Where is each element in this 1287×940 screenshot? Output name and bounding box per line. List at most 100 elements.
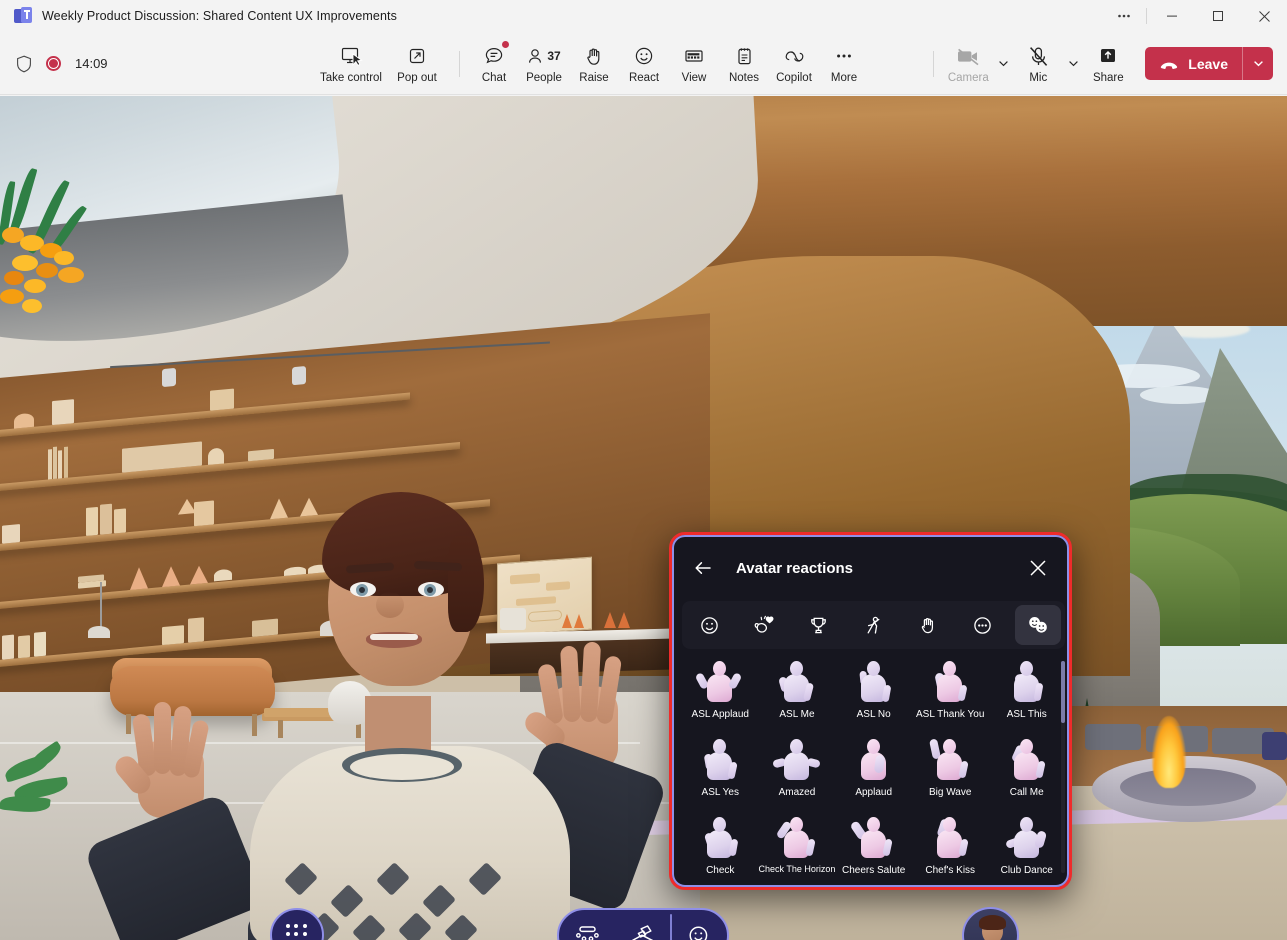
leave-label: Leave <box>1188 56 1228 72</box>
reaction-avatar-icon <box>774 815 820 861</box>
tab-smiley[interactable] <box>686 605 732 645</box>
title-bar: Weekly Product Discussion: Shared Conten… <box>0 0 1287 32</box>
primary-avatar-figure <box>130 396 690 940</box>
camera-label: Camera <box>948 72 989 84</box>
notes-icon <box>734 43 755 69</box>
seats-button[interactable] <box>559 910 615 940</box>
reaction-item-label: Call Me <box>1010 787 1044 798</box>
copilot-icon <box>783 43 806 69</box>
reaction-avatar-icon <box>851 815 897 861</box>
window-title: Weekly Product Discussion: Shared Conten… <box>42 9 397 23</box>
take-control-button[interactable]: Take control <box>318 35 384 93</box>
avatar-teeth <box>370 634 418 640</box>
reaction-item[interactable]: Cheers Salute <box>835 809 912 883</box>
maximize-button[interactable] <box>1195 0 1241 32</box>
share-label: Share <box>1093 72 1124 84</box>
avatar-collar-inner <box>350 754 454 780</box>
app-grid-icon <box>286 924 308 940</box>
applause-heart-icon <box>753 615 776 636</box>
close-button[interactable] <box>1241 0 1287 32</box>
titlebar-more-button[interactable] <box>1104 0 1144 32</box>
chat-button[interactable]: Chat <box>469 35 519 93</box>
reactions-button[interactable] <box>671 910 727 940</box>
pop-out-icon <box>406 43 428 69</box>
reaction-item[interactable]: ASL Thank You <box>912 653 989 731</box>
reactions-scrollbar[interactable] <box>1061 661 1065 873</box>
reaction-avatar-icon <box>1004 815 1050 861</box>
view-button[interactable] <box>615 910 671 940</box>
reaction-item-label: Amazed <box>779 787 816 798</box>
reaction-item[interactable]: Chef's Kiss <box>912 809 989 883</box>
tab-avatar-reactions[interactable] <box>1015 605 1061 645</box>
reaction-item[interactable]: Check <box>682 809 759 883</box>
reaction-avatar-icon <box>851 659 897 705</box>
smiley-icon <box>699 615 720 636</box>
immersive-control-bar <box>557 908 729 940</box>
window-controls <box>1104 0 1287 32</box>
control-bar-divider <box>670 914 672 940</box>
reaction-item[interactable]: ASL Yes <box>682 731 759 809</box>
3d-scene-render <box>0 96 1287 940</box>
mic-button[interactable]: Mic <box>1013 35 1063 93</box>
reactions-scrollbar-thumb[interactable] <box>1061 661 1065 723</box>
reaction-avatar-icon <box>697 737 743 783</box>
shield-icon[interactable] <box>14 54 34 74</box>
close-icon <box>1258 10 1271 23</box>
reactions-panel-title: Avatar reactions <box>736 560 1023 577</box>
reaction-item[interactable]: Club Dance <box>988 809 1065 883</box>
reaction-item[interactable]: Applaud <box>835 731 912 809</box>
people-label: People <box>526 72 562 84</box>
toolbar-divider-1 <box>459 51 460 77</box>
mic-options-chevron[interactable] <box>1063 35 1083 93</box>
reaction-item[interactable]: Amazed <box>759 731 836 809</box>
reaction-item-label: ASL Me <box>779 709 814 720</box>
chat-unread-badge <box>502 41 509 48</box>
tab-dance[interactable] <box>850 605 896 645</box>
reaction-avatar-icon <box>1004 737 1050 783</box>
reaction-item[interactable]: ASL Me <box>759 653 836 731</box>
mic-off-icon <box>1027 43 1050 69</box>
camera-options-chevron[interactable] <box>993 35 1013 93</box>
teams-logo-icon <box>14 7 32 25</box>
hangup-icon <box>1158 53 1180 75</box>
react-label: React <box>629 72 659 84</box>
people-icon: 37 <box>527 43 560 69</box>
raise-hand-button[interactable]: Raise <box>569 35 619 93</box>
leave-options-chevron[interactable] <box>1243 47 1273 80</box>
reaction-item-label: Applaud <box>855 787 892 798</box>
react-button[interactable]: React <box>619 35 669 93</box>
reaction-item[interactable]: ASL This <box>988 653 1065 731</box>
people-button[interactable]: 37 People <box>519 35 569 93</box>
react-smiley-icon <box>633 43 655 69</box>
more-dots-circle-icon <box>972 615 993 636</box>
reaction-item[interactable]: ASL Applaud <box>682 653 759 731</box>
leave-button[interactable]: Leave <box>1145 47 1242 80</box>
notes-button[interactable]: Notes <box>719 35 769 93</box>
more-button[interactable]: More <box>819 35 869 93</box>
reactions-close-button[interactable] <box>1023 553 1053 583</box>
minimize-button[interactable] <box>1149 0 1195 32</box>
pop-out-label: Pop out <box>397 72 437 84</box>
tab-applause-heart[interactable] <box>741 605 787 645</box>
reaction-item[interactable]: ASL No <box>835 653 912 731</box>
chevron-down-icon <box>997 57 1010 70</box>
tab-trophy[interactable] <box>796 605 842 645</box>
avatar-reactions-panel: Avatar reactions <box>669 532 1072 890</box>
tab-hand[interactable] <box>905 605 951 645</box>
tab-more[interactable] <box>960 605 1006 645</box>
view-button[interactable]: View <box>669 35 719 93</box>
scene-fire-pit-bowl <box>1120 768 1256 806</box>
chat-icon <box>483 43 505 69</box>
reaction-item[interactable]: Big Wave <box>912 731 989 809</box>
camera-button[interactable]: Camera <box>943 35 993 93</box>
reaction-item[interactable]: Check The Horizon <box>759 809 836 883</box>
reaction-avatar-icon <box>774 659 820 705</box>
share-button[interactable]: Share <box>1083 35 1133 93</box>
reactions-back-button[interactable] <box>688 553 718 583</box>
reaction-avatar-icon <box>697 815 743 861</box>
copilot-button[interactable]: Copilot <box>769 35 819 93</box>
reaction-item[interactable]: Call Me <box>988 731 1065 809</box>
reactions-grid-scroll-area[interactable]: ASL ApplaudASL MeASL NoASL Thank YouASL … <box>682 653 1065 883</box>
pop-out-button[interactable]: Pop out <box>384 35 450 93</box>
people-count: 37 <box>547 49 560 63</box>
